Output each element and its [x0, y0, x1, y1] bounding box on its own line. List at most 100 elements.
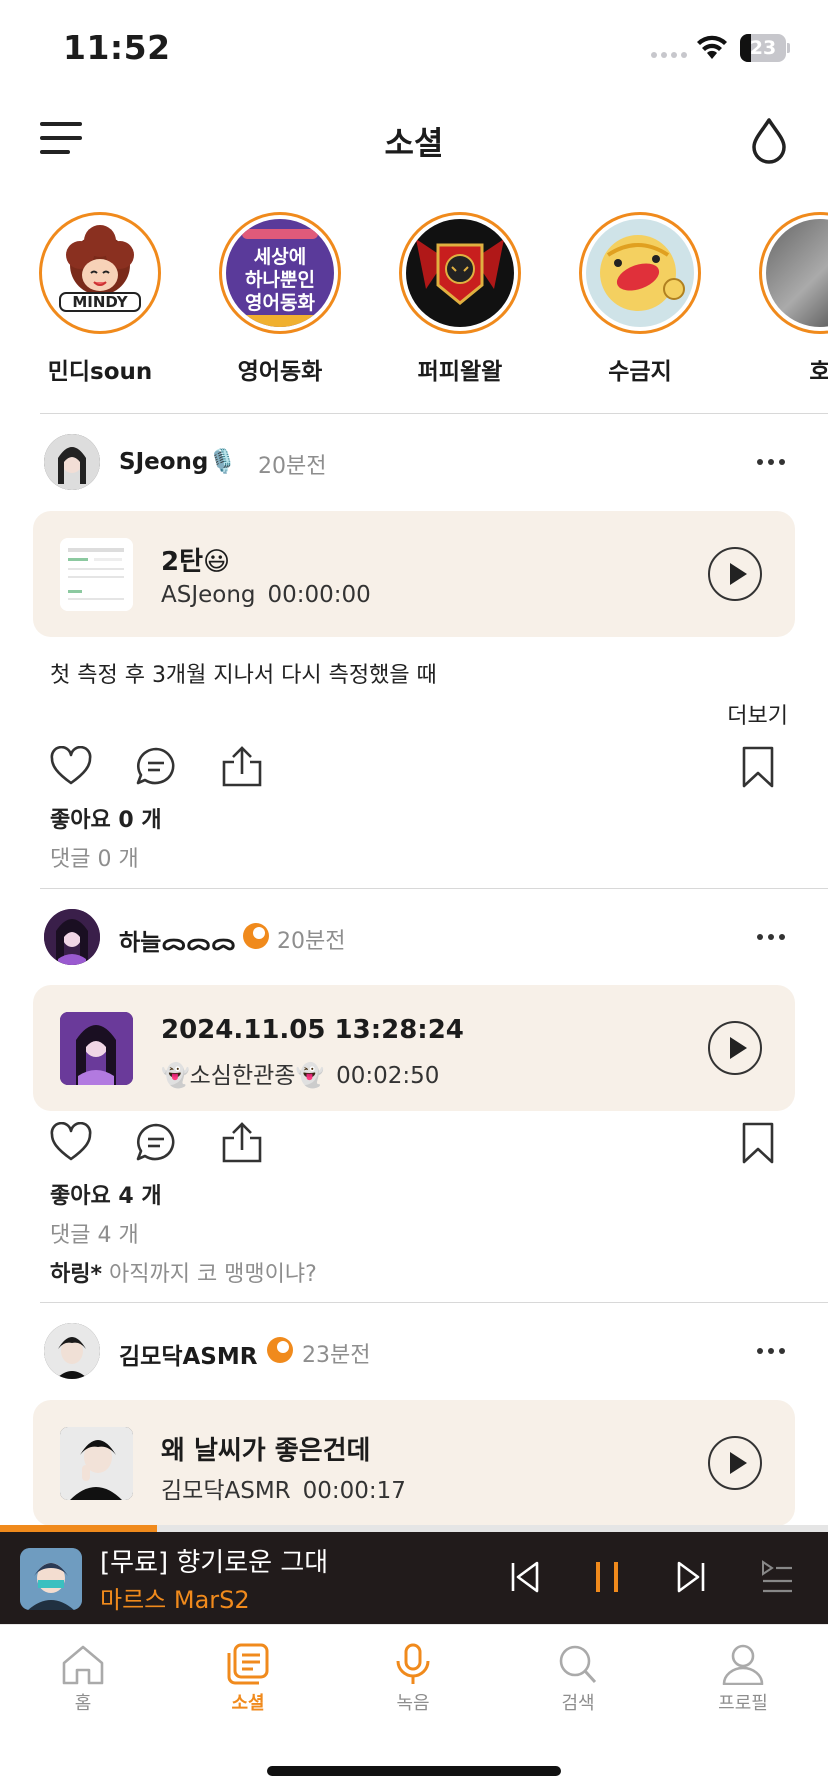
like-count[interactable]: 좋아요 0 개 [50, 802, 162, 834]
player-artist: 마르스 MarS2 [100, 1586, 250, 1614]
cellular-signal-icon [651, 52, 687, 58]
tab-label: 소셜 [231, 1693, 265, 1714]
audio-thumbnail [60, 1427, 133, 1500]
audio-thumbnail [60, 538, 133, 611]
audio-duration: 00:00:00 [267, 582, 371, 608]
comment-user: 하링* [50, 1262, 102, 1287]
moon-badge-icon [267, 1337, 293, 1363]
playback-progress-fill [0, 1525, 158, 1532]
post-time: 20분전 [258, 454, 327, 479]
story-avatar-text: 영어동화 [245, 292, 315, 314]
username[interactable]: 하늘ᯅᯅᯅ [119, 923, 236, 957]
play-button[interactable] [708, 1021, 762, 1075]
story-carousel[interactable]: MINDY 민디soun 세상에 하나뿐인 영어동화 영어동화 퍼피왈왈 수금지… [0, 212, 828, 382]
water-drop-icon[interactable] [748, 116, 790, 164]
pause-icon[interactable] [592, 1560, 622, 1594]
home-icon [62, 1645, 104, 1685]
story-item[interactable]: 호 [745, 212, 828, 382]
tab-home[interactable]: 홈 [28, 1643, 138, 1715]
play-button[interactable] [708, 547, 762, 601]
user-avatar[interactable] [44, 1323, 100, 1379]
svg-text:MINDY: MINDY [72, 293, 128, 311]
bookmark-icon[interactable] [740, 746, 776, 788]
player-title: [무료] 향기로운 그대 [100, 1548, 329, 1578]
user-avatar[interactable] [44, 434, 100, 490]
audio-author: 김모닥ASMR [161, 1478, 291, 1504]
status-bar: 11:52 23 [0, 0, 828, 100]
audio-meta: ASJeong 00:00:00 [161, 582, 371, 608]
audio-title: 왜 날씨가 좋은건데 [161, 1436, 371, 1466]
divider [40, 1302, 828, 1303]
story-name: 수금지 [608, 359, 672, 382]
comment-icon[interactable] [135, 746, 177, 786]
audio-author: ASJeong [161, 582, 256, 608]
app-header: 소셜 [0, 100, 828, 180]
heart-icon[interactable] [49, 1122, 93, 1162]
skip-previous-icon[interactable] [510, 1560, 540, 1594]
skip-next-icon[interactable] [676, 1560, 706, 1594]
user-avatar[interactable] [44, 909, 100, 965]
heart-icon[interactable] [49, 746, 93, 786]
audio-card[interactable]: 2탄😃 ASJeong 00:00:00 [33, 511, 795, 637]
story-avatar-text: 세상에 [253, 246, 307, 268]
story-name: 영어동화 [237, 359, 323, 382]
post-header: 하늘ᯅᯅᯅ 20분전 [0, 909, 828, 969]
audio-meta: 김모닥ASMR 00:00:17 [161, 1471, 406, 1505]
post-actions [0, 1122, 828, 1168]
divider [40, 888, 828, 889]
tab-social[interactable]: 소셜 [193, 1643, 303, 1715]
story-avatar [600, 235, 685, 311]
more-options-icon[interactable] [757, 1348, 785, 1354]
story-item[interactable]: 수금지 [565, 212, 715, 382]
tab-record[interactable]: 녹음 [358, 1643, 468, 1715]
profile-icon [722, 1644, 764, 1685]
tab-label: 녹음 [396, 1693, 430, 1714]
tab-search[interactable]: 검색 [523, 1643, 633, 1715]
audio-thumbnail [60, 1012, 133, 1085]
story-name: 민디soun [47, 359, 153, 382]
bookmark-icon[interactable] [740, 1122, 776, 1164]
audio-meta: 👻소심한관종👻 00:02:50 [161, 1056, 439, 1090]
status-time: 11:52 [63, 28, 171, 67]
audio-duration: 00:00:17 [302, 1478, 406, 1504]
comment-icon[interactable] [135, 1122, 177, 1162]
comment-preview[interactable]: 하링* 아직까지 코 맹맹이냐? [50, 1256, 317, 1288]
play-button[interactable] [708, 1436, 762, 1490]
page-title: 소셜 [384, 124, 444, 162]
mini-player[interactable]: [무료] 향기로운 그대 마르스 MarS2 [0, 1532, 828, 1624]
battery-icon: 23 [740, 34, 790, 62]
post-actions [0, 746, 828, 792]
read-more-link[interactable]: 더보기 [727, 698, 788, 730]
comment-text: 아직까지 코 맹맹이냐? [109, 1262, 317, 1287]
home-indicator [267, 1766, 561, 1776]
moon-badge-icon [243, 923, 269, 949]
username[interactable]: SJeong🎙️ [119, 448, 237, 475]
story-avatar-text: 하나뿐인 [245, 269, 315, 291]
comment-count[interactable]: 댓글 4 개 [50, 1217, 139, 1249]
more-options-icon[interactable] [757, 934, 785, 940]
tab-profile[interactable]: 프로필 [688, 1643, 798, 1715]
story-item[interactable]: 세상에 하나뿐인 영어동화 영어동화 [205, 212, 355, 382]
playlist-icon[interactable] [760, 1560, 794, 1594]
audio-card[interactable]: 왜 날씨가 좋은건데 김모닥ASMR 00:00:17 [33, 1400, 795, 1526]
wifi-icon [697, 35, 727, 59]
more-options-icon[interactable] [757, 459, 785, 465]
story-item[interactable]: 퍼피왈왈 [385, 212, 535, 382]
username[interactable]: 김모닥ASMR [119, 1337, 257, 1371]
share-icon[interactable] [220, 1122, 264, 1164]
player-artwork [20, 1548, 82, 1610]
post-description: 첫 측정 후 3개월 지나서 다시 측정했을 때 [50, 663, 437, 688]
social-feed-icon [227, 1643, 269, 1685]
story-item[interactable]: MINDY 민디soun [25, 212, 175, 382]
search-icon [559, 1645, 597, 1684]
share-icon[interactable] [220, 746, 264, 788]
tab-label: 프로필 [718, 1693, 768, 1714]
story-avatar [416, 239, 504, 305]
post-header: 김모닥ASMR 23분전 [0, 1323, 828, 1383]
audio-card[interactable]: 2024.11.05 13:28:24 👻소심한관종👻 00:02:50 [33, 985, 795, 1111]
post-time: 23분전 [302, 1343, 371, 1368]
comment-count[interactable]: 댓글 0 개 [50, 841, 139, 873]
like-count[interactable]: 좋아요 4 개 [50, 1178, 162, 1210]
playback-progress[interactable] [0, 1525, 828, 1532]
audio-title: 2024.11.05 13:28:24 [161, 1015, 464, 1045]
